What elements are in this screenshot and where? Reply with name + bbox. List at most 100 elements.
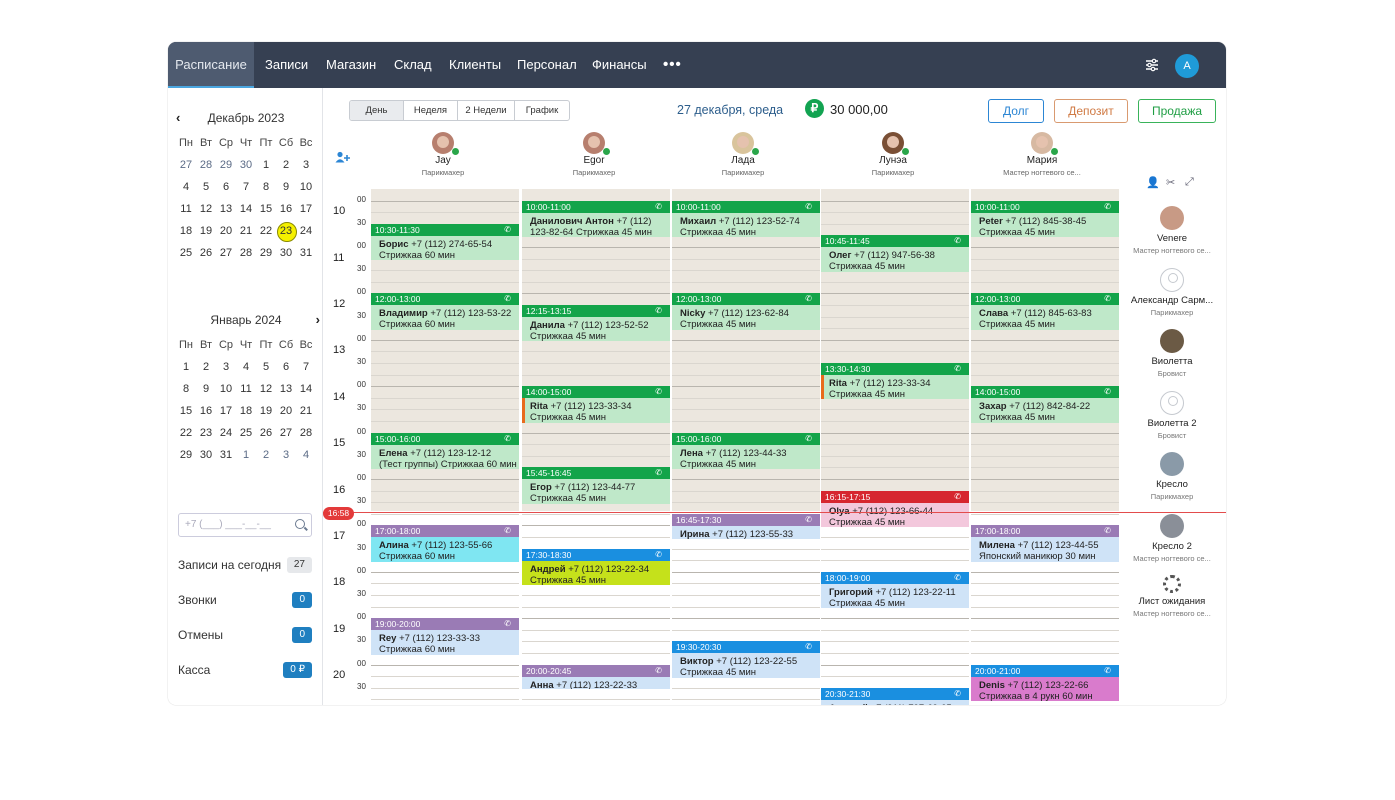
deposit-button[interactable]: Депозит [1054, 99, 1128, 123]
calendar-day[interactable]: 10 [216, 378, 236, 400]
calendar-day[interactable]: 25 [176, 242, 196, 264]
nav-item-staff[interactable]: Персонал [517, 42, 577, 88]
appointment-card[interactable]: 10:45-11:45 ✆ Олег +7 (112) 947-56-38 Стриж… [821, 235, 969, 272]
calendar-day[interactable]: 29 [256, 242, 276, 264]
calendar-day-today[interactable]: 23 [276, 220, 297, 242]
calendar-day[interactable]: 4 [236, 356, 256, 378]
calendar-day[interactable]: 9 [276, 176, 296, 198]
current-date[interactable]: 27 декабря, среда [677, 103, 783, 117]
staff-column[interactable]: 10:45-11:45 ✆ Олег +7 (112) 947-56-38 Стриж… [821, 189, 969, 705]
user-avatar[interactable]: A [1175, 54, 1199, 78]
calendar-day[interactable]: 22 [256, 220, 276, 242]
side-staff-item[interactable]: Лист ожидания Мастер ногтевого се... [1118, 575, 1226, 618]
calendar-day[interactable]: 31 [296, 242, 316, 264]
calendar-day[interactable]: 12 [196, 198, 216, 220]
side-staff-item[interactable]: Виолетта 2 Бровист [1118, 390, 1226, 440]
calendar-day[interactable]: 20 [276, 400, 296, 422]
calendar-day[interactable]: 8 [256, 176, 276, 198]
staff-column[interactable]: 10:30-11:30 ✆ Борис +7 (112) 274-65-54 Стри… [371, 189, 519, 705]
expand-icon[interactable]: ⤢ [1185, 176, 1194, 189]
calendar-day[interactable]: 6 [276, 356, 296, 378]
appointment-card[interactable]: 20:00-20:45 ✆ Анна +7 (112) 123-22-33Стриж… [522, 664, 670, 690]
appointment-card[interactable]: 12:00-13:00 ✆ Слава +7 (112) 845-63-83 Стри… [971, 293, 1119, 330]
calendar-day[interactable]: 14 [296, 378, 316, 400]
appointment-card[interactable]: 20:30-21:30 ✆ Алексей +7 (911) 797-69-65Ст… [821, 687, 969, 705]
appointment-card[interactable]: 20:00-21:00 ✆ Denis +7 (112) 123-22-66 Стри… [971, 664, 1119, 701]
calendar-day[interactable]: 10 [296, 176, 316, 198]
calendar-day[interactable]: 30 [236, 154, 256, 176]
appointment-card[interactable]: 16:15-17:15 ✆ Olya +7 (112) 123-66-44Стриж… [821, 490, 969, 527]
calendar-day[interactable]: 29 [216, 154, 236, 176]
nav-more-button[interactable]: ••• [663, 42, 682, 88]
appointment-card[interactable]: 15:00-16:00 ✆ Елена +7 (112) 123-12-12 (Тес… [371, 432, 519, 469]
appointment-card[interactable]: 17:30-18:30 ✆ Андрей +7 (112) 123-22-34 Стр… [522, 548, 670, 585]
view-2weeks-button[interactable]: 2 Недели [458, 101, 515, 120]
calendar-day[interactable]: 7 [236, 176, 256, 198]
calendar-day[interactable]: 23 [196, 422, 216, 444]
view-week-button[interactable]: Неделя [404, 101, 458, 120]
calendar-day[interactable]: 8 [176, 378, 196, 400]
calendar-day[interactable]: 18 [176, 220, 196, 242]
calendar-day[interactable]: 3 [296, 154, 316, 176]
calendar-day[interactable]: 27 [276, 422, 296, 444]
calendar-day[interactable]: 13 [276, 378, 296, 400]
calendar-day[interactable]: 28 [296, 422, 316, 444]
calendar-day[interactable]: 2 [196, 356, 216, 378]
add-staff-icon[interactable] [335, 151, 351, 163]
appointment-card[interactable]: 15:45-16:45 ✆ Егор +7 (112) 123-44-77 Стриж… [522, 467, 670, 504]
calendar-day[interactable]: 3 [216, 356, 236, 378]
calendar-day[interactable]: 21 [296, 400, 316, 422]
calendar-day[interactable]: 2 [256, 444, 276, 466]
sale-button[interactable]: Продажа [1138, 99, 1216, 123]
nav-item-warehouse[interactable]: Склад [394, 42, 432, 88]
calendar-day[interactable]: 29 [176, 444, 196, 466]
side-staff-item[interactable]: Кресло 2 Мастер ногтевого се... [1118, 513, 1226, 563]
calendar-day[interactable]: 11 [176, 198, 196, 220]
nav-item-clients[interactable]: Клиенты [449, 42, 501, 88]
stat-calls[interactable]: Звонки 0 [178, 590, 312, 610]
calendar-day[interactable]: 24 [216, 422, 236, 444]
calendar-day[interactable]: 16 [196, 400, 216, 422]
appointment-card[interactable]: 15:00-16:00 ✆ Лена +7 (112) 123-44-33 Стриж… [672, 432, 820, 469]
calendar-day[interactable]: 13 [216, 198, 236, 220]
calendar-day[interactable]: 18 [236, 400, 256, 422]
appointment-card[interactable]: 18:00-19:00 ✆ Григорий +7 (112) 123-22-11 С… [821, 571, 969, 609]
calendar-day[interactable]: 31 [216, 444, 236, 466]
calendar-day[interactable]: 14 [236, 198, 256, 220]
calendar-day[interactable]: 6 [216, 176, 236, 198]
calendar-day[interactable]: 28 [196, 154, 216, 176]
staff-header[interactable]: Лунэа Парикмахер [833, 132, 953, 177]
nav-item-records[interactable]: Записи [265, 42, 308, 88]
appointment-card[interactable]: 17:00-18:00 ✆ Милена +7 (112) 123-44-55 Япо… [971, 525, 1119, 562]
side-staff-item[interactable]: Виолетта Бровист [1118, 329, 1226, 378]
calendar-day[interactable]: 19 [256, 400, 276, 422]
calendar-day[interactable]: 1 [256, 154, 276, 176]
phone-search-input[interactable]: +7 (___) ___-__-__ [178, 513, 312, 537]
calendar-day[interactable]: 2 [276, 154, 296, 176]
view-chart-button[interactable]: График [515, 101, 569, 120]
calendar-day[interactable]: 4 [176, 176, 196, 198]
appointment-card[interactable]: 12:00-13:00 ✆ Владимир +7 (112) 123-53-22 С… [371, 293, 519, 330]
appointment-card[interactable]: 12:15-13:15 ✆ Данила +7 (112) 123-52-52 Стр… [522, 305, 670, 342]
nav-item-schedule[interactable]: Расписание [168, 42, 254, 88]
person-filter-icon[interactable]: 👤 [1146, 176, 1160, 189]
calendar-day[interactable]: 15 [176, 400, 196, 422]
staff-column[interactable]: 10:00-11:00 ✆ Данилович Антон +7 (112) 123-… [522, 189, 670, 705]
calendar-day[interactable]: 4 [296, 444, 316, 466]
staff-header[interactable]: Мария Мастер ногтевого се... [982, 132, 1102, 177]
filter-settings-icon[interactable] [1145, 58, 1159, 72]
scissors-icon[interactable]: ✂ [1166, 176, 1175, 189]
staff-column[interactable]: 10:00-11:00 ✆ Peter +7 (112) 845-38-45 Стри… [971, 189, 1119, 705]
appointment-card[interactable]: 16:45-17:30 ✆ Ирина +7 (112) 123-55-33Стри… [672, 513, 820, 539]
calendar-day[interactable]: 24 [296, 220, 316, 242]
calendar-day[interactable]: 11 [236, 378, 256, 400]
staff-header[interactable]: Jay Парикмахер [383, 132, 503, 177]
calendar-day[interactable]: 3 [276, 444, 296, 466]
calendar-day[interactable]: 25 [236, 422, 256, 444]
appointment-card[interactable]: 10:00-11:00 ✆ Данилович Антон +7 (112) 123-… [522, 200, 670, 237]
appointment-card[interactable]: 10:30-11:30 ✆ Борис +7 (112) 274-65-54 Стри… [371, 223, 519, 261]
calendar-day[interactable]: 1 [236, 444, 256, 466]
calendar-day[interactable]: 17 [296, 198, 316, 220]
stat-today-records[interactable]: Записи на сегодня 27 [178, 555, 312, 575]
calendar-day[interactable]: 30 [196, 444, 216, 466]
